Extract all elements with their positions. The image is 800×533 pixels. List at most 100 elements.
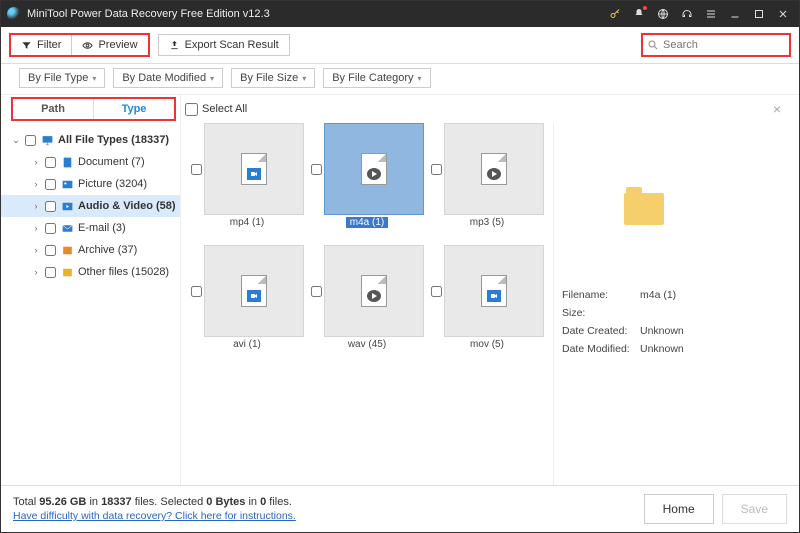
- property-value: m4a (1): [640, 289, 725, 301]
- tree-item-label: Other files (15028): [78, 266, 169, 278]
- file-cell[interactable]: mp4 (1): [187, 123, 307, 241]
- file-thumb[interactable]: [444, 123, 544, 215]
- file-thumb[interactable]: [204, 245, 304, 337]
- filter-row: By File Type▾ By Date Modified▾ By File …: [1, 64, 799, 94]
- toolbar: Filter Preview Export Scan Result: [1, 27, 799, 64]
- export-label: Export Scan Result: [185, 39, 279, 51]
- menu-icon[interactable]: [701, 4, 721, 24]
- expand-icon[interactable]: ›: [31, 201, 41, 211]
- property-row: Filename:m4a (1): [562, 289, 725, 301]
- tree-checkbox[interactable]: [25, 135, 36, 146]
- close-preview-icon[interactable]: ×: [773, 101, 781, 117]
- expand-icon[interactable]: ›: [31, 223, 41, 233]
- file-thumb[interactable]: [444, 245, 544, 337]
- tree-checkbox[interactable]: [45, 179, 56, 190]
- tree-item-label: Audio & Video (58): [78, 200, 176, 212]
- minimize-icon[interactable]: [725, 4, 745, 24]
- file-name: mp3 (5): [470, 217, 504, 228]
- chevron-down-icon: ▾: [418, 74, 422, 83]
- tree-item[interactable]: › Other files (15028): [1, 261, 180, 283]
- export-button[interactable]: Export Scan Result: [158, 34, 290, 56]
- tree-checkbox[interactable]: [45, 267, 56, 278]
- file-icon: [361, 153, 387, 185]
- bell-icon[interactable]: [629, 4, 649, 24]
- preview-button[interactable]: Preview: [72, 35, 147, 55]
- file-checkbox[interactable]: [191, 286, 202, 297]
- tree-checkbox[interactable]: [45, 223, 56, 234]
- expand-icon[interactable]: ›: [31, 245, 41, 255]
- filter-date-modified[interactable]: By Date Modified▾: [113, 68, 223, 88]
- preview-pane: Filename:m4a (1) Size: Date Created:Unknow…: [553, 123, 733, 485]
- tab-type[interactable]: Type: [93, 99, 174, 119]
- globe-icon[interactable]: [653, 4, 673, 24]
- tree: ⌄ All File Types (18337) › Document (7) ›P…: [1, 125, 180, 287]
- collapse-icon[interactable]: ⌄: [11, 135, 21, 146]
- file-thumb[interactable]: [324, 123, 424, 215]
- home-button[interactable]: Home: [644, 494, 714, 524]
- property-key: Date Created:: [562, 325, 640, 337]
- tree-item[interactable]: › Audio & Video (58): [1, 195, 180, 217]
- filter-file-size[interactable]: By File Size▾: [231, 68, 315, 88]
- preview-thumb: [584, 159, 704, 259]
- category-icon: [60, 243, 74, 257]
- file-cell[interactable]: mp3 (5): [427, 123, 547, 241]
- search-input[interactable]: [663, 39, 773, 51]
- file-icon: [481, 275, 507, 307]
- tree-item[interactable]: ›Archive (37): [1, 239, 180, 261]
- headset-icon[interactable]: [677, 4, 697, 24]
- file-grid: mp4 (1)m4a (1) mp3 (5) avi (1) wav (45)mov …: [181, 123, 553, 485]
- tree-item[interactable]: ›Picture (3204): [1, 173, 180, 195]
- file-checkbox[interactable]: [191, 164, 202, 175]
- key-icon[interactable]: [605, 4, 625, 24]
- property-value: Unknown: [640, 343, 725, 355]
- select-all-label: Select All: [202, 103, 247, 115]
- tree-item-label: Document (7): [78, 156, 145, 168]
- file-checkbox[interactable]: [311, 286, 322, 297]
- tree-item[interactable]: › E-mail (3): [1, 217, 180, 239]
- file-cell[interactable]: mov (5): [427, 245, 547, 363]
- file-icon: [241, 153, 267, 185]
- file-checkbox[interactable]: [311, 164, 322, 175]
- file-checkbox[interactable]: [431, 164, 442, 175]
- category-icon: [60, 221, 74, 235]
- expand-icon[interactable]: ›: [31, 157, 41, 167]
- property-key: Size:: [562, 307, 640, 319]
- tree-checkbox[interactable]: [45, 157, 56, 168]
- expand-icon[interactable]: ›: [31, 267, 41, 277]
- select-all-checkbox[interactable]: [185, 103, 198, 116]
- main-panel: Select All × mp4 (1)m4a (1)mp3 (5)avi (1…: [181, 95, 799, 485]
- file-checkbox[interactable]: [431, 286, 442, 297]
- help-link[interactable]: Have difficulty with data recovery? Clic…: [13, 510, 296, 522]
- tree-root-label: All File Types (18337): [58, 134, 169, 146]
- property-list: Filename:m4a (1) Size: Date Created:Unknow…: [562, 289, 725, 361]
- close-icon[interactable]: [773, 4, 793, 24]
- expand-icon[interactable]: ›: [31, 179, 41, 189]
- file-thumb[interactable]: [324, 245, 424, 337]
- tree-item-label: E-mail (3): [78, 222, 126, 234]
- filter-file-category[interactable]: By File Category▾: [323, 68, 430, 88]
- maximize-icon[interactable]: [749, 4, 769, 24]
- file-name: avi (1): [233, 339, 261, 350]
- file-cell[interactable]: m4a (1): [307, 123, 427, 241]
- chevron-down-icon: ▾: [92, 74, 96, 83]
- tree-item[interactable]: › Document (7): [1, 151, 180, 173]
- file-cell[interactable]: wav (45): [307, 245, 427, 363]
- category-icon: [60, 265, 74, 279]
- save-button[interactable]: Save: [722, 494, 787, 524]
- filter-button[interactable]: Filter: [11, 35, 72, 55]
- titlebar: MiniTool Power Data Recovery Free Editio…: [1, 1, 799, 27]
- monitor-icon: [40, 133, 54, 147]
- filter-file-type[interactable]: By File Type▾: [19, 68, 105, 88]
- file-thumb[interactable]: [204, 123, 304, 215]
- app-title: MiniTool Power Data Recovery Free Editio…: [27, 8, 270, 20]
- tab-path[interactable]: Path: [13, 99, 93, 119]
- property-value: Unknown: [640, 325, 725, 337]
- chevron-down-icon: ▾: [302, 74, 306, 83]
- tree-root[interactable]: ⌄ All File Types (18337): [1, 129, 180, 151]
- search-box[interactable]: [641, 33, 791, 57]
- file-cell[interactable]: avi (1): [187, 245, 307, 363]
- tree-checkbox[interactable]: [45, 201, 56, 212]
- property-row: Size:: [562, 307, 725, 319]
- sidebar: Path Type ⌄ All File Types (18337) › Docu…: [1, 95, 181, 485]
- tree-checkbox[interactable]: [45, 245, 56, 256]
